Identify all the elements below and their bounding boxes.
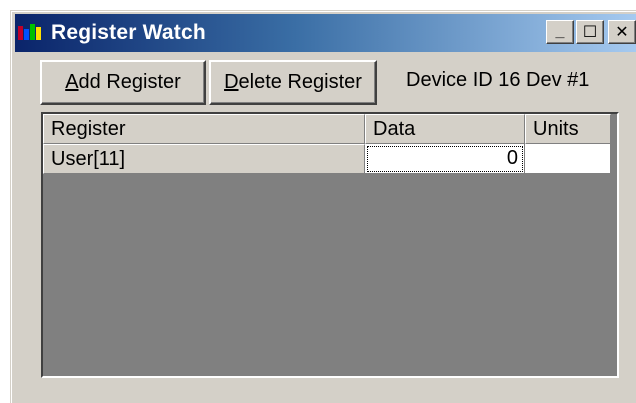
close-button[interactable]: ✕	[608, 20, 636, 44]
data-cell[interactable]: 0	[365, 144, 525, 174]
maximize-button[interactable]: ☐	[576, 20, 604, 44]
close-icon: ✕	[615, 24, 629, 41]
column-header-data[interactable]: Data	[365, 114, 525, 144]
minimize-button[interactable]: _	[546, 20, 574, 44]
maximize-icon: ☐	[582, 24, 598, 41]
title-bar[interactable]: Register Watch _ ☐ ✕	[15, 14, 636, 52]
delete-register-button[interactable]: Delete Register	[209, 60, 377, 105]
table-row[interactable]: User[11] 0	[43, 144, 611, 174]
register-grid[interactable]: Register Data Units User[11] 0	[41, 112, 619, 378]
device-info-label: Device ID 16 Dev #1	[406, 69, 590, 91]
register-cell[interactable]: User[11]	[43, 144, 365, 174]
add-register-accelerator: A	[65, 71, 79, 93]
add-register-button[interactable]: Add Register	[40, 60, 206, 105]
delete-register-label: elete Register	[238, 71, 362, 93]
grid-header-row: Register Data Units	[43, 114, 611, 144]
minimize-icon: _	[555, 23, 565, 40]
window-title: Register Watch	[51, 21, 206, 44]
delete-register-accelerator: D	[224, 71, 239, 93]
app-icon	[17, 21, 47, 45]
units-cell[interactable]	[525, 144, 611, 174]
add-register-label: dd Register	[78, 71, 181, 93]
column-header-units[interactable]: Units	[525, 114, 611, 144]
register-watch-window: Register Watch _ ☐ ✕ Add Register Delete…	[10, 10, 636, 403]
window-controls: _ ☐ ✕	[546, 20, 636, 44]
column-header-register[interactable]: Register	[43, 114, 365, 144]
